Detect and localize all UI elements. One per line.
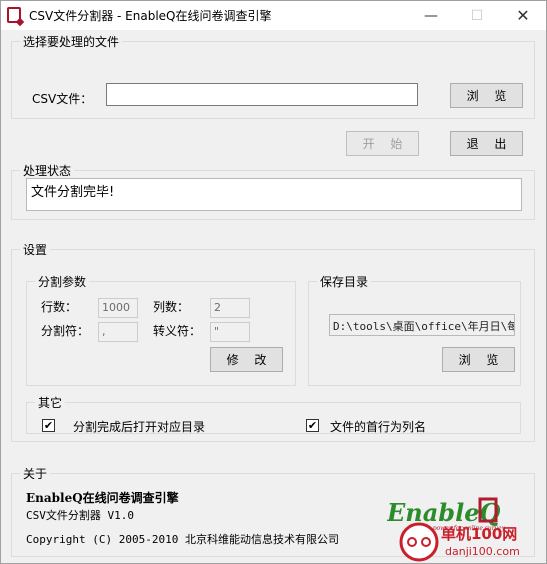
- save-dir-input[interactable]: D:\tools\桌面\office\年月日\每: [329, 314, 515, 336]
- maximize-button[interactable]: ☐: [454, 1, 500, 30]
- file-group-legend: 选择要处理的文件: [23, 35, 120, 49]
- status-group-legend: 处理状态: [23, 164, 72, 178]
- split-params-legend: 分割参数: [38, 275, 87, 289]
- rows-input[interactable]: 1000: [98, 298, 138, 318]
- version-text: CSV文件分割器 V1.0: [26, 509, 134, 522]
- title-bar: CSV文件分割器 - EnableQ在线问卷调查引擎 — ☐ ✕: [1, 1, 546, 30]
- exit-button[interactable]: 退 出: [450, 131, 523, 156]
- close-button[interactable]: ✕: [500, 1, 546, 30]
- modify-button[interactable]: 修 改: [210, 347, 283, 372]
- product-name: EnableQ在线问卷调查引擎: [26, 491, 179, 505]
- separator-input[interactable]: ,: [98, 322, 138, 342]
- header-row-label: 文件的首行为列名: [330, 420, 427, 434]
- csv-file-input[interactable]: [106, 83, 418, 106]
- start-button[interactable]: 开 始: [346, 131, 419, 156]
- cols-label: 列数：: [153, 300, 190, 314]
- settings-group-legend: 设置: [23, 243, 48, 257]
- open-dir-checkbox[interactable]: ✔: [42, 419, 55, 432]
- escape-input[interactable]: ": [210, 322, 250, 342]
- watermark: 单机100网 danji100.com: [399, 522, 520, 562]
- csv-file-label: CSV文件：: [32, 92, 93, 106]
- window-title: CSV文件分割器 - EnableQ在线问卷调查引擎: [29, 9, 272, 23]
- app-window: CSV文件分割器 - EnableQ在线问卷调查引擎 — ☐ ✕ 选择要处理的文…: [0, 0, 547, 564]
- about-group-legend: 关于: [23, 467, 48, 481]
- save-dir-legend: 保存目录: [320, 275, 369, 289]
- separator-label: 分割符：: [41, 324, 90, 338]
- header-row-checkbox[interactable]: ✔: [306, 419, 319, 432]
- copyright-text: Copyright (C) 2005-2010 北京科维能动信息技术有限公司: [26, 533, 339, 546]
- rows-label: 行数：: [41, 300, 78, 314]
- minimize-button[interactable]: —: [408, 1, 454, 30]
- watermark-url: danji100.com: [445, 545, 520, 558]
- browse-file-button[interactable]: 浏 览: [450, 83, 523, 108]
- watermark-site: 单机100网: [441, 525, 517, 543]
- checkmark-icon: ✔: [43, 419, 54, 432]
- escape-label: 转义符：: [153, 324, 202, 338]
- cols-input[interactable]: 2: [210, 298, 250, 318]
- other-group-legend: 其它: [38, 396, 63, 410]
- app-icon: [7, 7, 21, 23]
- checkmark-icon: ✔: [307, 419, 318, 432]
- status-text: 文件分割完毕!: [26, 178, 522, 211]
- open-dir-label: 分割完成后打开对应目录: [73, 420, 206, 434]
- browse-dir-button[interactable]: 浏 览: [442, 347, 515, 372]
